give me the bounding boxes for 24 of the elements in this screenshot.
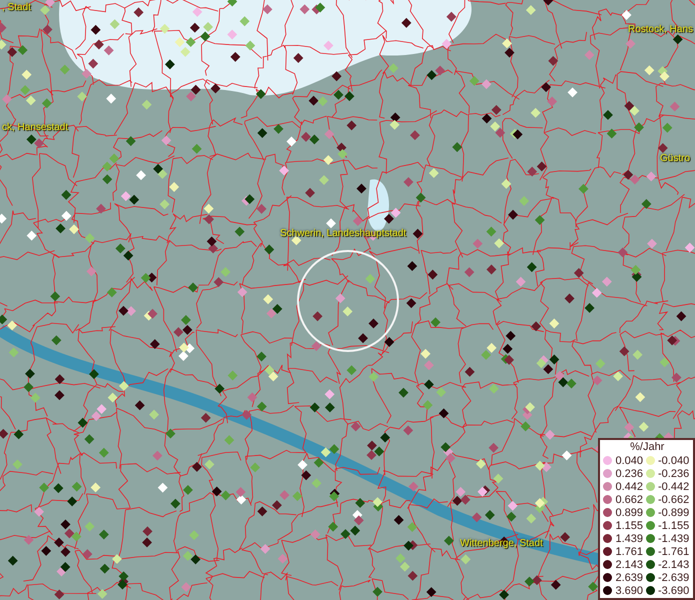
legend-value: -2.143 bbox=[658, 558, 690, 570]
legend-value: -0.040 bbox=[658, 454, 690, 466]
legend-value: 2.639 bbox=[615, 572, 643, 584]
legend-value: 0.040 bbox=[615, 454, 643, 466]
legend-value: -1.155 bbox=[658, 520, 690, 532]
legend-value: 1.761 bbox=[615, 546, 643, 558]
legend-value: 0.899 bbox=[615, 506, 643, 518]
legend-value: -0.662 bbox=[658, 494, 690, 506]
legend-value: -3.690 bbox=[658, 584, 690, 596]
legend-value: 0.662 bbox=[615, 494, 643, 506]
legend-value: -2.639 bbox=[658, 572, 690, 584]
legend-value: -0.442 bbox=[658, 480, 690, 492]
legend-value: -1.761 bbox=[658, 546, 690, 558]
legend-title: %/Jahr bbox=[629, 441, 666, 454]
legend-value: -0.236 bbox=[658, 468, 690, 480]
legend-value: 2.143 bbox=[615, 558, 643, 570]
legend-value: -0.899 bbox=[658, 506, 690, 518]
legend-value: -1.439 bbox=[658, 532, 690, 544]
legend-value: 3.690 bbox=[615, 584, 643, 596]
legend-value: 1.155 bbox=[615, 520, 643, 532]
place-label: Güstro bbox=[660, 153, 690, 164]
legend-value: 0.236 bbox=[615, 468, 643, 480]
legend-value: 1.439 bbox=[615, 532, 643, 544]
legend-value: 0.442 bbox=[615, 480, 643, 492]
